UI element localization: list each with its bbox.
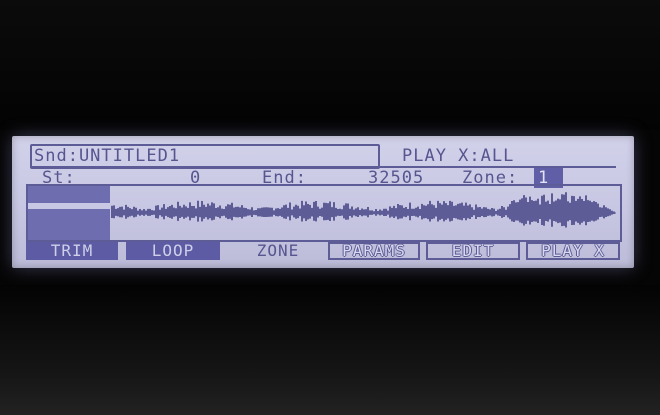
device-bezel-top [0, 0, 660, 130]
waveform-selection-gap [28, 203, 110, 209]
device-bezel-bottom [0, 285, 660, 415]
softkey-bar: TRIM LOOP ZONE PARAMS EDIT PLAY X [26, 242, 622, 262]
zone-softkey[interactable]: ZONE [238, 242, 318, 260]
waveform-trace [111, 192, 615, 228]
lcd-screen: Snd:UNTITLED1 PLAY X:ALL St: 0 End: 3250… [12, 136, 634, 268]
play-mode-indicator: PLAY X:ALL [402, 146, 515, 166]
loop-softkey[interactable]: LOOP [126, 242, 220, 260]
waveform-display[interactable] [26, 184, 622, 242]
trim-softkey[interactable]: TRIM [26, 242, 118, 260]
edit-softkey[interactable]: EDIT [426, 242, 520, 260]
params-softkey[interactable]: PARAMS [328, 242, 420, 260]
waveform-selection [28, 186, 110, 240]
waveform-graph [28, 186, 616, 240]
play-x-softkey[interactable]: PLAY X [526, 242, 620, 260]
sound-name-label: Snd:UNTITLED1 [34, 146, 181, 166]
